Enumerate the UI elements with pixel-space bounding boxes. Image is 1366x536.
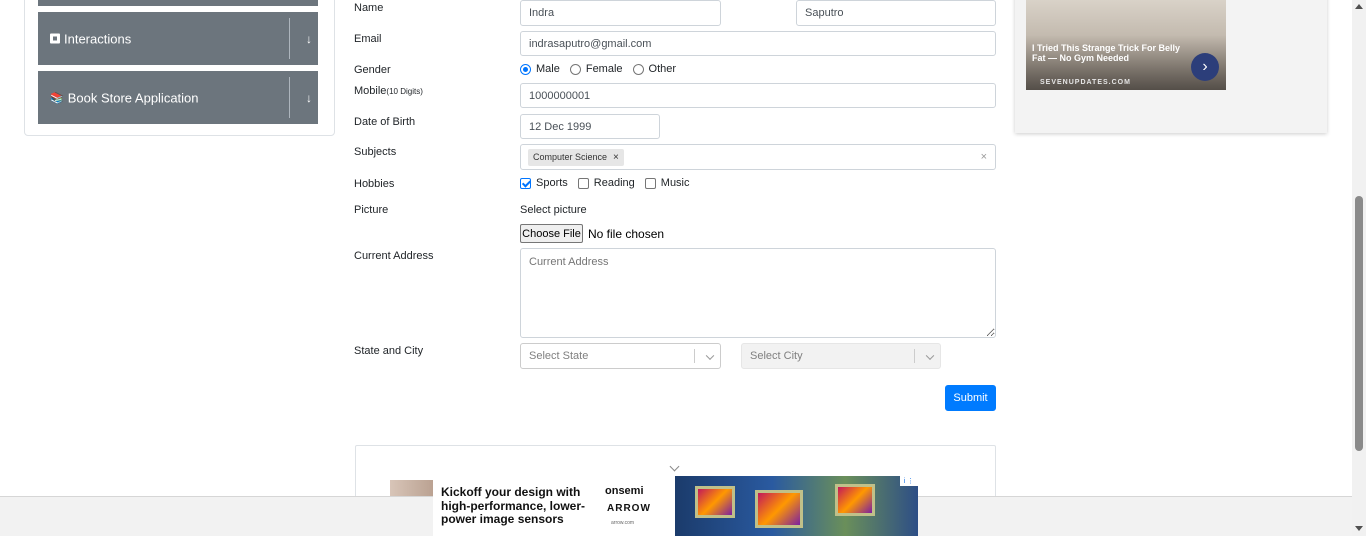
sensor-chip <box>695 486 735 518</box>
select-picture-label: Select picture <box>520 204 587 216</box>
download-icon[interactable]: ↓ <box>306 32 312 46</box>
hobbies-checkbox-group: Sports Reading Music <box>520 177 700 189</box>
arrow-right-icon[interactable]: › <box>1191 53 1219 81</box>
subject-chip-label: Computer Science <box>533 152 608 162</box>
ad-source: SEVENUPDATES.COM <box>1040 79 1131 86</box>
sensor-chip <box>755 490 803 528</box>
vertical-scrollbar[interactable] <box>1352 0 1366 536</box>
hobbies-label: Hobbies <box>354 178 395 190</box>
hobby-music-option[interactable]: Music <box>644 177 690 189</box>
radio-female[interactable] <box>569 63 581 75</box>
hobby-sports-option[interactable]: Sports <box>520 177 568 189</box>
banner-ad[interactable]: Kickoff your design with high-performanc… <box>433 476 918 536</box>
no-file-text: No file chosen <box>588 227 665 241</box>
subjects-label: Subjects <box>354 146 397 158</box>
divider <box>289 18 290 59</box>
date-of-birth-input[interactable]: 12 Dec 1999 <box>520 114 660 139</box>
gender-female-option[interactable]: Female <box>569 63 623 75</box>
divider <box>694 349 695 363</box>
name-label: Name <box>354 2 384 14</box>
books-icon: 📚 <box>50 92 64 104</box>
checkbox-reading[interactable] <box>577 177 589 189</box>
scroll-up-icon[interactable] <box>1355 4 1363 9</box>
interactions-icon <box>50 33 60 44</box>
email-label: Email <box>354 33 382 45</box>
checkbox-label: Reading <box>593 177 635 189</box>
gender-other-option[interactable]: Other <box>632 63 677 75</box>
banner-headline: Kickoff your design with high-performanc… <box>441 485 586 526</box>
checkbox-music[interactable] <box>644 177 656 189</box>
subjects-input[interactable]: Computer Science × × <box>520 144 996 170</box>
subject-chip: Computer Science × <box>528 148 624 166</box>
radio-label: Female <box>585 63 623 75</box>
mobile-hint: (10 Digits) <box>386 87 423 96</box>
hobby-reading-option[interactable]: Reading <box>577 177 635 189</box>
scrollbar-thumb[interactable] <box>1355 196 1363 451</box>
current-address-textarea[interactable] <box>520 248 996 338</box>
sidebar-item-book-store-label: Book Store Application <box>67 90 199 105</box>
submit-button[interactable]: Submit <box>945 385 996 411</box>
divider <box>914 349 915 363</box>
radio-other[interactable] <box>632 63 644 75</box>
picture-label: Picture <box>354 204 389 216</box>
state-select[interactable]: Select State <box>520 343 721 369</box>
sidebar-group-label: 📚 Book Store Application <box>50 90 199 105</box>
last-name-input[interactable]: Saputro <box>796 0 996 26</box>
city-select[interactable]: Select City <box>741 343 941 369</box>
divider <box>289 77 290 118</box>
mobile-label-text: Mobile <box>354 85 387 97</box>
gender-male-option[interactable]: Male <box>520 63 560 75</box>
sidebar-group-label: Interactions <box>50 31 131 46</box>
mobile-label: Mobile(10 Digits) <box>354 85 423 97</box>
banner-image <box>675 476 918 536</box>
mobile-input[interactable]: 1000000001 <box>520 83 996 108</box>
sidebar-group-previous[interactable] <box>38 0 318 6</box>
download-icon[interactable]: ↓ <box>306 91 312 105</box>
sidebar-item-interactions-label: Interactions <box>64 31 132 46</box>
banner-brand-arrow: ARROW <box>607 503 651 514</box>
gender-radio-group: Male Female Other <box>520 63 686 75</box>
checkbox-label: Music <box>660 177 690 189</box>
ad-headline[interactable]: I Tried This Strange Trick For Belly Fat… <box>1032 43 1192 63</box>
chevron-down-icon[interactable] <box>925 351 935 360</box>
gender-label: Gender <box>354 64 391 76</box>
checkbox-sports[interactable] <box>520 177 531 189</box>
banner-brand-onsemi: onsemi <box>605 485 644 497</box>
checkbox-label: Sports <box>536 177 568 189</box>
radio-label: Other <box>648 63 677 75</box>
first-name-input[interactable]: Indra <box>520 0 721 26</box>
state-placeholder: Select State <box>529 350 589 362</box>
state-city-label: State and City <box>354 345 424 357</box>
radio-label: Male <box>536 63 560 75</box>
banner-brand-url: arrow.com <box>611 520 635 526</box>
clear-icon[interactable]: × <box>981 151 987 163</box>
choose-file-button[interactable]: Choose File <box>520 224 583 243</box>
city-placeholder: Select City <box>750 350 803 362</box>
dob-label: Date of Birth <box>354 116 416 128</box>
radio-male[interactable] <box>520 63 531 75</box>
sidebar-group-interactions[interactable]: Interactions ↓ <box>38 12 318 65</box>
email-input[interactable]: indrasaputro@gmail.com <box>520 31 996 56</box>
ad-image[interactable]: I Tried This Strange Trick For Belly Fat… <box>1026 0 1226 90</box>
adchoices-icon[interactable]: i ⋮ <box>900 476 918 486</box>
chip-remove-icon[interactable]: × <box>613 152 619 163</box>
address-label: Current Address <box>354 250 434 262</box>
sidebar-group-book-store[interactable]: 📚 Book Store Application ↓ <box>38 71 318 124</box>
sensor-chip <box>835 484 875 516</box>
chevron-down-icon[interactable] <box>705 351 715 360</box>
scroll-down-icon[interactable] <box>1355 526 1363 531</box>
